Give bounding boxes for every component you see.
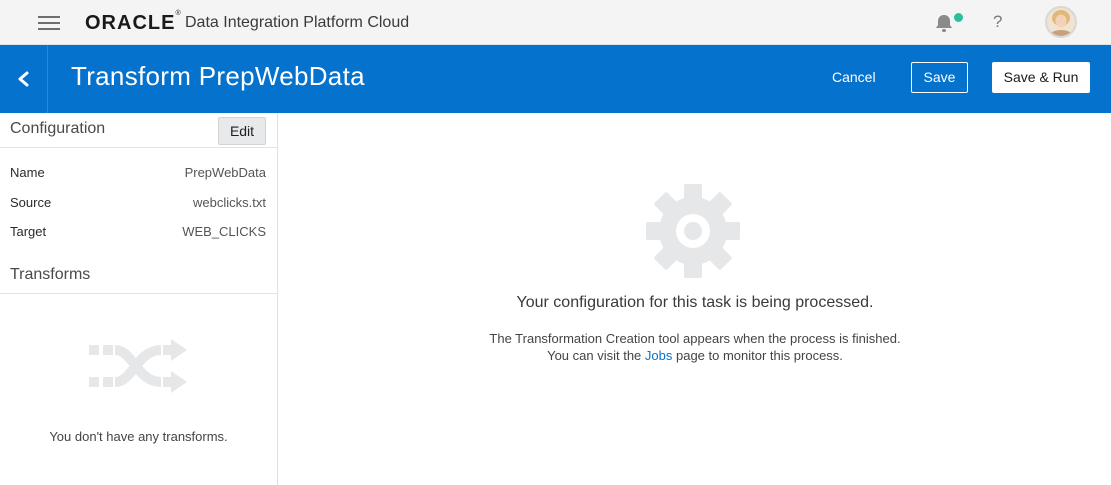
save-and-run-button[interactable]: Save & Run [992, 62, 1090, 93]
shuffle-icon [89, 339, 187, 393]
property-row-source: Source webclicks.txt [10, 195, 266, 215]
info-line-2: You can visit the Jobs page to monitor t… [279, 348, 1111, 363]
property-row-name: Name PrepWebData [10, 165, 266, 185]
main-content: Your configuration for this task is bein… [279, 113, 1111, 485]
transforms-header: Transforms [0, 261, 277, 294]
configuration-header: Configuration Edit [0, 113, 277, 148]
jobs-link[interactable]: Jobs [645, 348, 672, 363]
property-value: PrepWebData [184, 165, 266, 180]
menu-icon[interactable] [38, 15, 60, 31]
property-key: Source [10, 195, 52, 210]
property-row-target: Target WEB_CLICKS [10, 224, 266, 244]
notification-dot [954, 13, 963, 22]
info-line-2-prefix: You can visit the [547, 348, 645, 363]
bell-icon[interactable] [933, 13, 955, 33]
oracle-logo: ORACLE® [85, 10, 181, 34]
save-button[interactable]: Save [911, 62, 968, 93]
chevron-left-icon [18, 71, 29, 87]
title-band: Transform PrepWebData Cancel Save Save &… [0, 45, 1111, 113]
cancel-button[interactable]: Cancel [832, 69, 876, 85]
property-key: Name [10, 165, 45, 180]
empty-transforms-message: You don't have any transforms. [49, 429, 228, 444]
top-header: ORACLE® Data Integration Platform Cloud … [0, 0, 1111, 45]
transforms-title: Transforms [10, 266, 91, 283]
property-value: WEB_CLICKS [182, 224, 266, 239]
help-icon[interactable]: ? [993, 12, 1002, 32]
info-line-2-suffix: page to monitor this process. [672, 348, 843, 363]
configuration-panel: Configuration Edit Name PrepWebData Sour… [0, 113, 278, 485]
edit-button[interactable]: Edit [218, 117, 266, 145]
processing-message: Your configuration for this task is bein… [516, 294, 874, 311]
configuration-title: Configuration [10, 120, 106, 137]
info-line-1: The Transformation Creation tool appears… [489, 331, 901, 346]
property-key: Target [10, 224, 47, 239]
avatar[interactable] [1045, 6, 1077, 38]
page-title: Transform PrepWebData [71, 61, 365, 91]
back-button[interactable] [0, 45, 48, 113]
property-value: webclicks.txt [193, 195, 266, 210]
gear-icon [646, 184, 740, 278]
app-title: Data Integration Platform Cloud [185, 14, 410, 31]
